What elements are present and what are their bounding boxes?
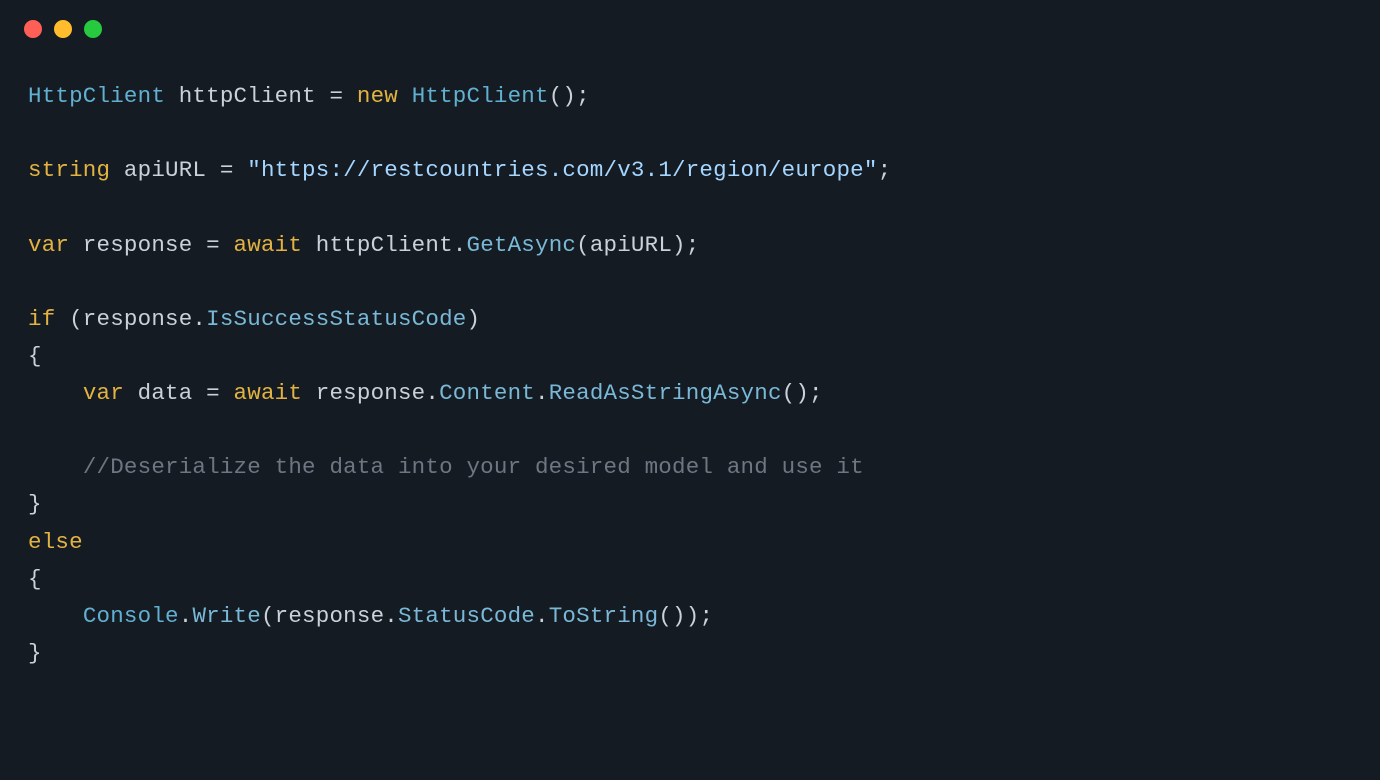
- code-token: ReadAsStringAsync: [549, 380, 782, 406]
- code-token: HttpClient: [28, 83, 165, 109]
- close-icon[interactable]: [24, 20, 42, 38]
- code-token: ;: [878, 157, 892, 183]
- code-token: [234, 157, 248, 183]
- code-token: [398, 83, 412, 109]
- code-token: response.: [302, 380, 439, 406]
- code-token: await: [234, 380, 303, 406]
- code-token: =: [206, 232, 220, 258]
- code-token: ();: [549, 83, 590, 109]
- code-token: IsSuccessStatusCode: [206, 306, 466, 332]
- code-indent: [28, 454, 83, 480]
- code-token: httpClient: [165, 83, 329, 109]
- code-token: ());: [658, 603, 713, 629]
- code-window: HttpClient httpClient = new HttpClient()…: [0, 0, 1380, 780]
- code-token: {: [28, 566, 42, 592]
- code-indent: [28, 380, 83, 406]
- code-token: if: [28, 306, 55, 332]
- code-token: var: [83, 380, 124, 406]
- code-token: .: [179, 603, 193, 629]
- code-token: StatusCode: [398, 603, 535, 629]
- code-token: httpClient.: [302, 232, 466, 258]
- code-token: string: [28, 157, 110, 183]
- minimize-icon[interactable]: [54, 20, 72, 38]
- code-token: [343, 83, 357, 109]
- code-token: =: [220, 157, 234, 183]
- code-content: HttpClient httpClient = new HttpClient()…: [0, 48, 1380, 702]
- code-token: [220, 380, 234, 406]
- code-token: apiURL: [110, 157, 220, 183]
- code-token: GetAsync: [467, 232, 577, 258]
- code-token: }: [28, 491, 42, 517]
- code-token: (response.: [55, 306, 206, 332]
- code-indent: [28, 603, 83, 629]
- maximize-icon[interactable]: [84, 20, 102, 38]
- code-token: (response.: [261, 603, 398, 629]
- code-token: Content: [439, 380, 535, 406]
- code-token: {: [28, 343, 42, 369]
- code-token: await: [234, 232, 303, 258]
- code-token: .: [535, 603, 549, 629]
- code-token: "https://restcountries.com/v3.1/region/e…: [247, 157, 877, 183]
- code-token: ToString: [549, 603, 659, 629]
- code-token: }: [28, 640, 42, 666]
- code-token: Console: [83, 603, 179, 629]
- code-token: var: [28, 232, 69, 258]
- code-token: .: [535, 380, 549, 406]
- code-token: (apiURL);: [576, 232, 699, 258]
- code-token: HttpClient: [412, 83, 549, 109]
- code-token: =: [206, 380, 220, 406]
- code-token: else: [28, 529, 83, 555]
- code-token: [220, 232, 234, 258]
- code-token: data: [124, 380, 206, 406]
- code-token: response: [69, 232, 206, 258]
- code-token: ): [466, 306, 480, 332]
- code-token: new: [357, 83, 398, 109]
- code-token: ();: [782, 380, 823, 406]
- code-token: =: [329, 83, 343, 109]
- window-titlebar: [0, 0, 1380, 48]
- code-token: Write: [192, 603, 261, 629]
- code-comment: //Deserialize the data into your desired…: [83, 454, 864, 480]
